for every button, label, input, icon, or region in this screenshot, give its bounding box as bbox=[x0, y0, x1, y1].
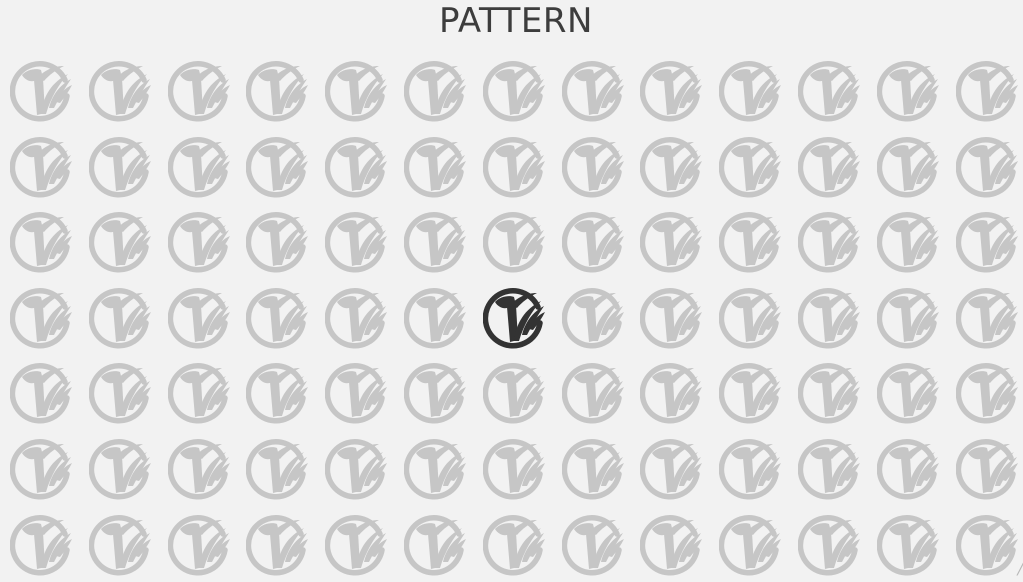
logo-icon bbox=[877, 285, 941, 349]
logo-icon bbox=[562, 285, 626, 349]
logo-icon bbox=[89, 285, 153, 349]
logo-icon bbox=[956, 436, 1020, 500]
logo-icon bbox=[719, 360, 783, 424]
logo-icon bbox=[246, 285, 310, 349]
logo-icon bbox=[168, 512, 232, 576]
logo-icon bbox=[798, 285, 862, 349]
logo-icon bbox=[246, 512, 310, 576]
logo-icon bbox=[798, 58, 862, 122]
logo-icon bbox=[719, 285, 783, 349]
logo-icon bbox=[168, 360, 232, 424]
logo-icon bbox=[89, 436, 153, 500]
logo-icon bbox=[798, 134, 862, 198]
logo-icon bbox=[10, 285, 74, 349]
logo-icon bbox=[719, 58, 783, 122]
logo-icon bbox=[877, 58, 941, 122]
logo-icon bbox=[10, 58, 74, 122]
logo-icon bbox=[325, 58, 389, 122]
logo-icon bbox=[325, 512, 389, 576]
logo-icon bbox=[483, 512, 547, 576]
logo-icon bbox=[168, 285, 232, 349]
logo-icon bbox=[404, 134, 468, 198]
logo-icon bbox=[798, 512, 862, 576]
logo-grid bbox=[0, 0, 1023, 582]
logo-icon bbox=[89, 134, 153, 198]
logo-icon bbox=[640, 436, 704, 500]
logo-icon bbox=[89, 360, 153, 424]
logo-icon bbox=[483, 134, 547, 198]
logo-icon bbox=[640, 360, 704, 424]
logo-icon bbox=[246, 360, 310, 424]
logo-icon bbox=[10, 436, 74, 500]
logo-icon bbox=[640, 209, 704, 273]
logo-icon bbox=[168, 436, 232, 500]
logo-icon bbox=[404, 360, 468, 424]
corner-mark: / bbox=[1017, 559, 1023, 578]
logo-icon bbox=[10, 360, 74, 424]
logo-icon bbox=[562, 58, 626, 122]
logo-icon bbox=[719, 512, 783, 576]
logo-icon bbox=[404, 209, 468, 273]
logo-icon bbox=[719, 436, 783, 500]
logo-icon bbox=[640, 285, 704, 349]
logo-icon bbox=[325, 360, 389, 424]
logo-icon bbox=[640, 134, 704, 198]
logo-icon bbox=[89, 58, 153, 122]
logo-icon bbox=[168, 209, 232, 273]
logo-icon bbox=[246, 209, 310, 273]
logo-icon bbox=[483, 360, 547, 424]
logo-icon bbox=[640, 58, 704, 122]
logo-icon bbox=[562, 209, 626, 273]
logo-icon bbox=[404, 512, 468, 576]
logo-icon bbox=[877, 360, 941, 424]
logo-icon bbox=[562, 360, 626, 424]
logo-icon bbox=[246, 134, 310, 198]
logo-icon bbox=[877, 436, 941, 500]
logo-icon bbox=[325, 209, 389, 273]
logo-icon bbox=[798, 209, 862, 273]
logo-icon bbox=[956, 209, 1020, 273]
logo-icon bbox=[483, 209, 547, 273]
logo-icon bbox=[956, 360, 1020, 424]
logo-icon bbox=[325, 285, 389, 349]
logo-icon bbox=[89, 209, 153, 273]
logo-icon bbox=[483, 58, 547, 122]
logo-icon bbox=[798, 436, 862, 500]
logo-icon bbox=[956, 512, 1020, 576]
highlighted-logo-icon bbox=[483, 285, 547, 349]
logo-icon bbox=[562, 436, 626, 500]
logo-icon bbox=[956, 134, 1020, 198]
logo-icon bbox=[719, 134, 783, 198]
logo-icon bbox=[562, 512, 626, 576]
logo-icon bbox=[89, 512, 153, 576]
logo-icon bbox=[10, 209, 74, 273]
logo-icon bbox=[798, 360, 862, 424]
logo-icon bbox=[246, 58, 310, 122]
logo-icon bbox=[10, 512, 74, 576]
logo-icon bbox=[562, 134, 626, 198]
logo-icon bbox=[404, 285, 468, 349]
logo-icon bbox=[877, 512, 941, 576]
logo-icon bbox=[483, 436, 547, 500]
logo-icon bbox=[168, 134, 232, 198]
logo-icon bbox=[956, 58, 1020, 122]
logo-icon bbox=[877, 134, 941, 198]
logo-icon bbox=[325, 134, 389, 198]
logo-icon bbox=[640, 512, 704, 576]
logo-icon bbox=[956, 285, 1020, 349]
logo-icon bbox=[404, 436, 468, 500]
logo-icon bbox=[10, 134, 74, 198]
logo-icon bbox=[719, 209, 783, 273]
logo-icon bbox=[404, 58, 468, 122]
logo-icon bbox=[168, 58, 232, 122]
logo-icon bbox=[325, 436, 389, 500]
logo-icon bbox=[246, 436, 310, 500]
logo-icon bbox=[877, 209, 941, 273]
